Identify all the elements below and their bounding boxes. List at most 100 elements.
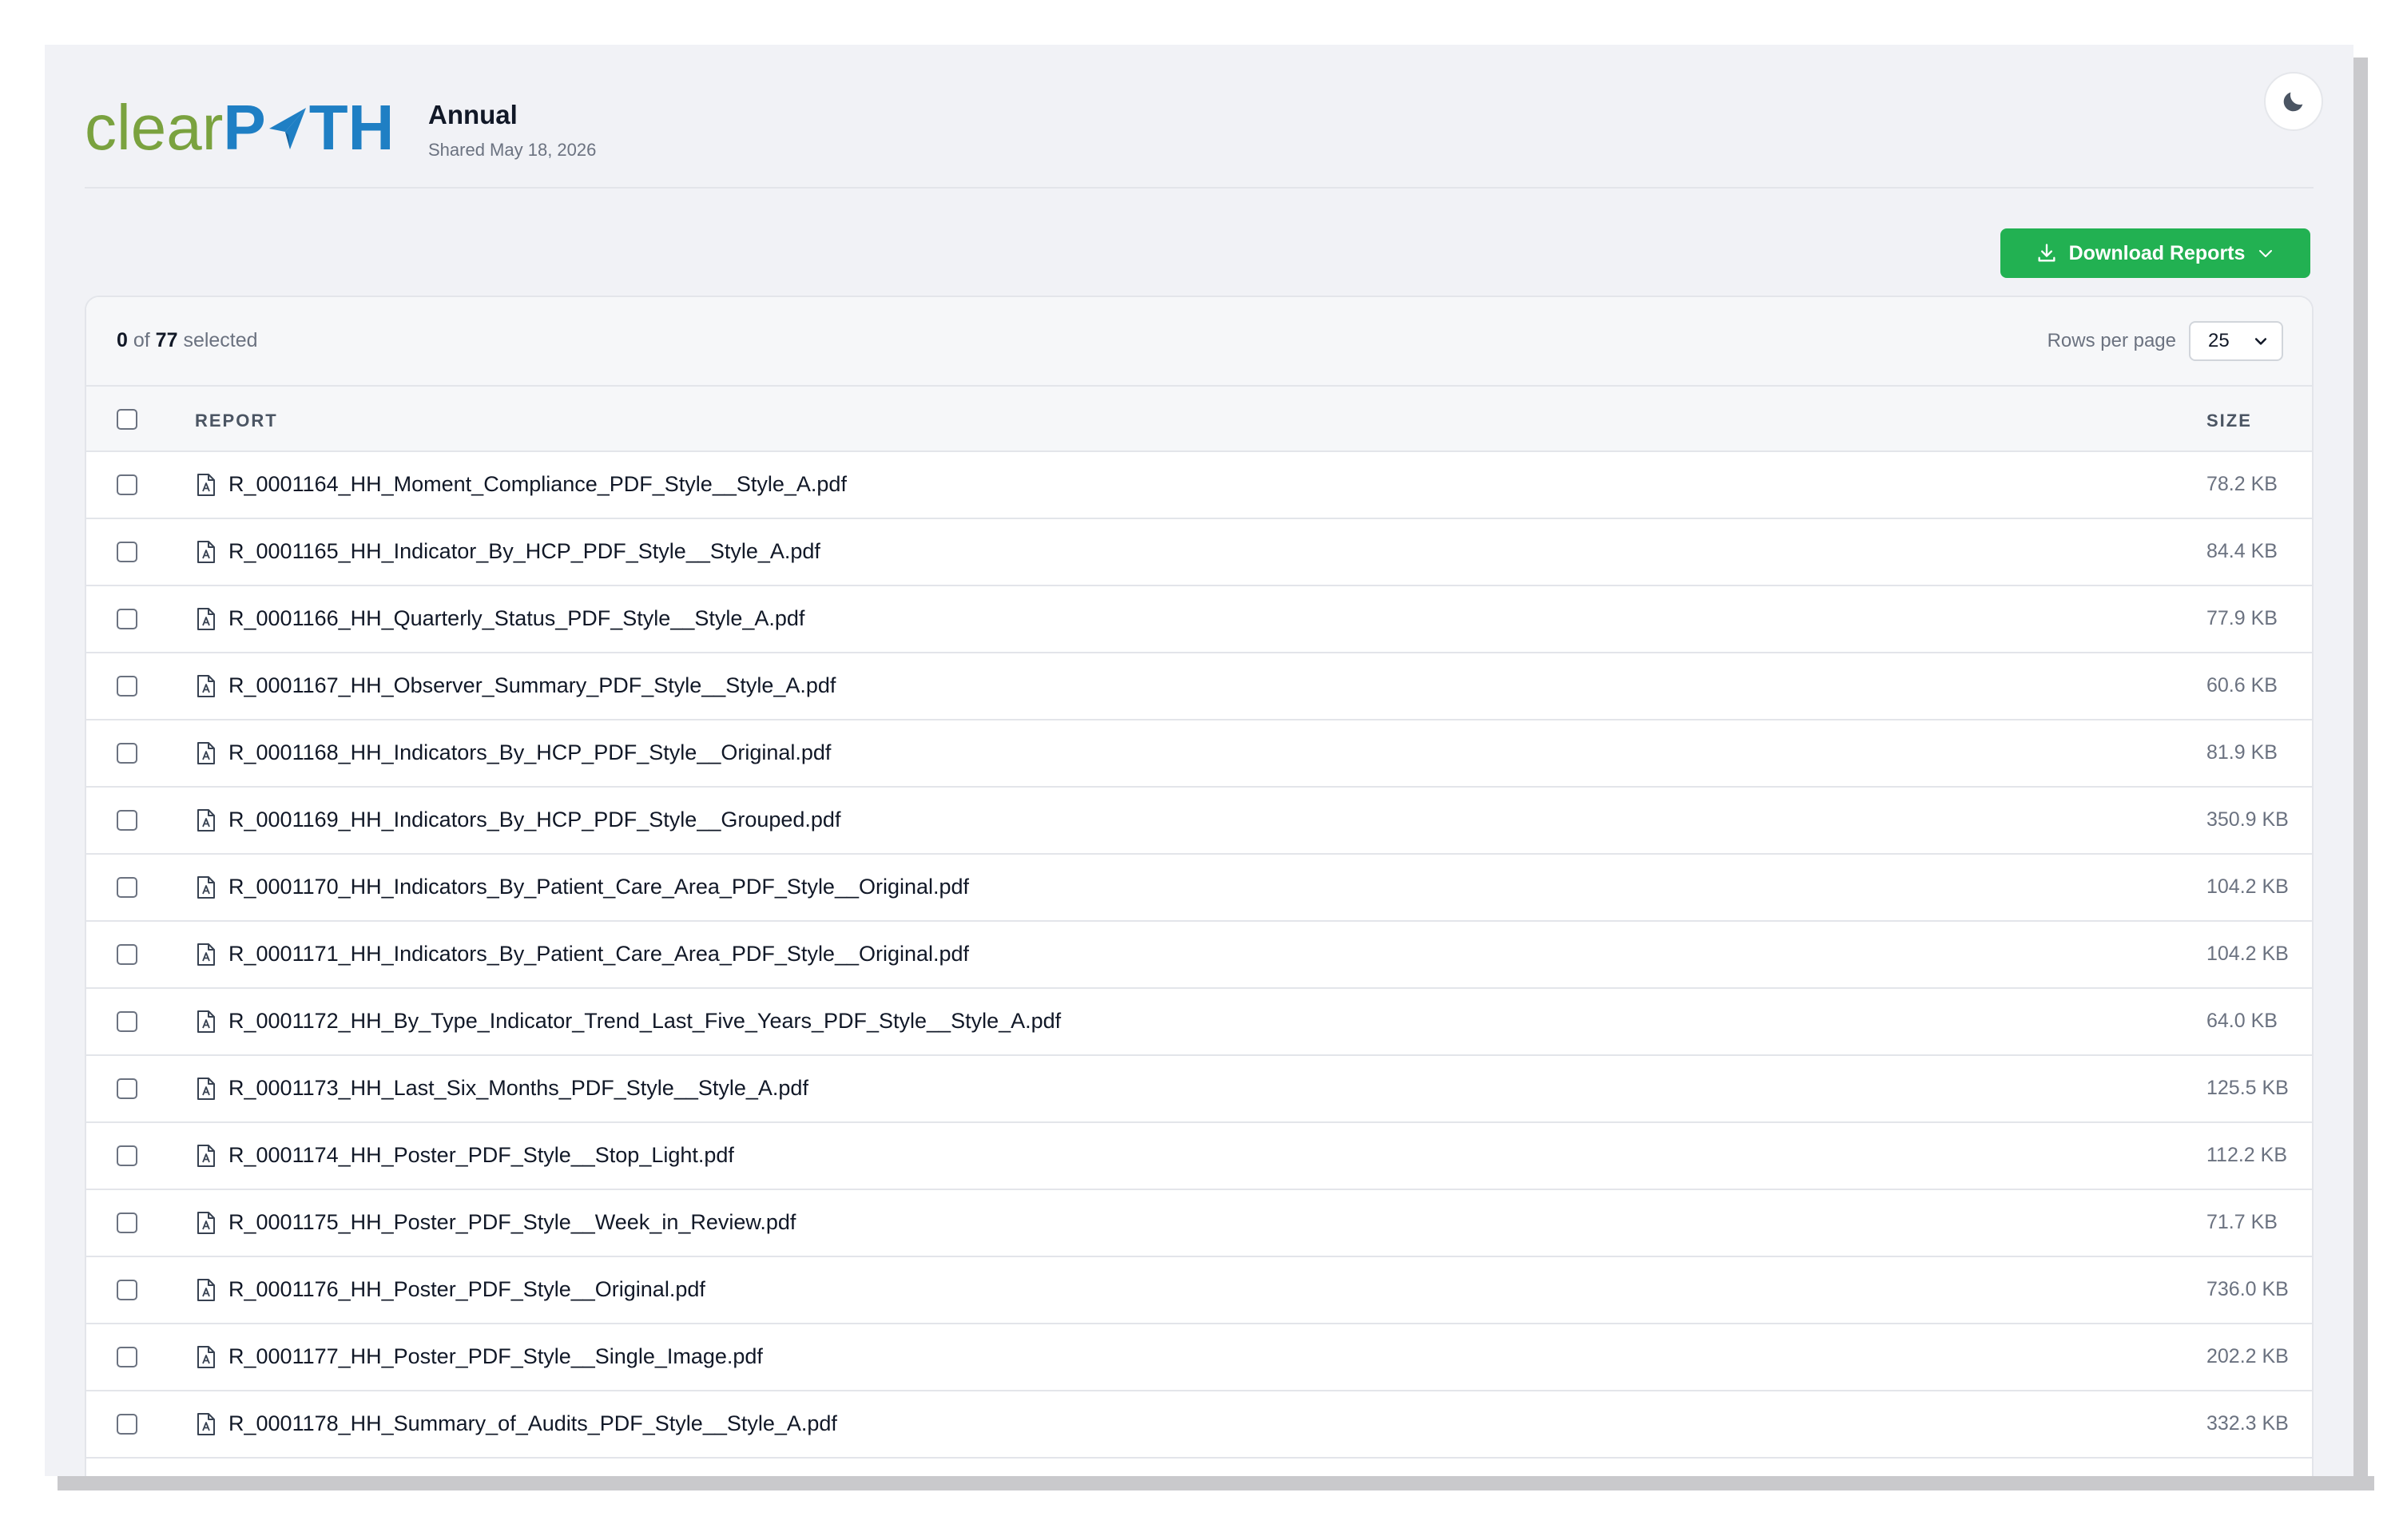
report-file-size: 202.2 KB [2206,1345,2289,1367]
pdf-file-icon [197,1346,215,1368]
row-checkbox[interactable] [117,1213,137,1233]
download-reports-button[interactable]: Download Reports [2000,228,2310,278]
report-file-name[interactable]: R_0001173_HH_Last_Six_Months_PDF_Style__… [228,1076,808,1101]
column-header-report[interactable]: REPORT [195,411,278,431]
table-row[interactable]: R_0001170_HH_Indicators_By_Patient_Care_… [86,855,2312,922]
report-file-size: 332.3 KB [2206,1412,2289,1435]
theme-toggle-button[interactable] [2264,72,2323,131]
table-toolbar: 0 of 77 selected Rows per page 25 [86,297,2312,387]
share-title-block: Annual Shared May 18, 2026 [428,99,596,161]
table-row[interactable]: R_0001168_HH_Indicators_By_HCP_PDF_Style… [86,720,2312,788]
report-file-size: 78.2 KB [2206,473,2278,495]
pdf-file-icon [197,1078,215,1100]
shared-date: Shared May 18, 2026 [428,140,597,160]
pdf-file-icon [197,1413,215,1435]
selected-word: selected [183,329,258,351]
report-file-size: 350.9 KB [2206,808,2289,831]
row-checkbox[interactable] [117,743,137,764]
pdf-file-icon [197,675,215,697]
report-file-name[interactable]: R_0001164_HH_Moment_Compliance_PDF_Style… [228,472,847,497]
row-checkbox[interactable] [117,810,137,831]
pdf-file-icon [197,742,215,764]
row-checkbox[interactable] [117,944,137,965]
table-row[interactable]: R_0001171_HH_Indicators_By_Patient_Care_… [86,922,2312,989]
selected-count: 0 [117,329,128,351]
select-all-checkbox[interactable] [117,409,137,430]
download-reports-label: Download Reports [2068,241,2246,264]
row-checkbox[interactable] [117,1347,137,1367]
row-checkbox[interactable] [117,676,137,697]
pdf-file-icon [197,474,215,496]
download-icon [2038,244,2055,262]
pdf-file-icon [197,1010,215,1033]
table-row[interactable]: R_0001176_HH_Poster_PDF_Style__Original.… [86,1257,2312,1324]
rows-per-page-value: 25 [2208,330,2230,351]
row-checkbox[interactable] [117,1011,137,1032]
report-file-name[interactable]: R_0001172_HH_By_Type_Indicator_Trend_Las… [228,1009,1061,1034]
table-row[interactable]: R_0001177_HH_Poster_PDF_Style__Single_Im… [86,1324,2312,1391]
row-checkbox[interactable] [117,542,137,562]
row-checkbox[interactable] [117,1280,137,1300]
report-file-size: 112.2 KB [2206,1144,2288,1166]
pdf-file-icon [197,608,215,630]
report-file-size: 104.2 KB [2206,875,2289,898]
report-file-size: 60.6 KB [2206,674,2278,697]
report-file-name[interactable]: R_0001169_HH_Indicators_By_HCP_PDF_Style… [228,808,840,832]
table-row[interactable]: R_0001165_HH_Indicator_By_HCP_PDF_Style_… [86,519,2312,586]
report-file-size: 77.9 KB [2206,607,2278,629]
table-row[interactable]: R_0001178_HH_Summary_of_Audits_PDF_Style… [86,1391,2312,1459]
logo-text-p: P [223,92,266,163]
table-row[interactable]: R_0001174_HH_Poster_PDF_Style__Stop_Ligh… [86,1123,2312,1190]
app-window: clear P TH Annual Shared May 18, 2026 Do… [45,45,2353,1476]
pdf-file-icon [197,876,215,899]
row-checkbox[interactable] [117,1145,137,1166]
pdf-file-icon [197,1145,215,1167]
row-checkbox[interactable] [117,474,137,495]
report-file-name[interactable]: R_0001170_HH_Indicators_By_Patient_Care_… [228,875,969,899]
column-header-size[interactable]: SIZE [2206,411,2252,431]
row-checkbox[interactable] [117,1414,137,1435]
report-file-size: 736.0 KB [2206,1278,2289,1300]
window-shadow-right [2353,58,2368,1490]
chevron-down-icon [2254,338,2267,345]
report-file-size: 125.5 KB [2206,1077,2289,1099]
chevron-down-icon [2259,250,2273,257]
pdf-file-icon [197,1279,215,1301]
report-file-name[interactable]: R_0001168_HH_Indicators_By_HCP_PDF_Style… [228,740,831,765]
report-file-name[interactable]: R_0001175_HH_Poster_PDF_Style__Week_in_R… [228,1210,796,1235]
pdf-file-icon [197,809,215,832]
table-row[interactable]: R_0001167_HH_Observer_Summary_PDF_Style_… [86,653,2312,720]
report-file-name[interactable]: R_0001176_HH_Poster_PDF_Style__Original.… [228,1277,705,1302]
paper-plane-icon [268,108,306,149]
logo-text-path: P TH [223,96,394,160]
moon-icon [2283,92,2303,112]
table-row[interactable]: R_0001173_HH_Last_Six_Months_PDF_Style__… [86,1056,2312,1123]
report-file-name[interactable]: R_0001171_HH_Indicators_By_Patient_Care_… [228,942,969,966]
table-row[interactable]: R_0001172_HH_By_Type_Indicator_Trend_Las… [86,989,2312,1056]
table-row[interactable]: R_0001164_HH_Moment_Compliance_PDF_Style… [86,452,2312,519]
report-file-size: 64.0 KB [2206,1010,2278,1032]
selected-of: of [133,329,150,351]
report-file-name[interactable]: R_0001178_HH_Summary_of_Audits_PDF_Style… [228,1411,837,1436]
report-file-size: 84.4 KB [2206,540,2278,562]
report-file-size: 71.7 KB [2206,1211,2278,1233]
header-divider [85,187,2314,189]
logo-text-clear: clear [85,92,224,163]
reports-table: 0 of 77 selected Rows per page 25 REPORT… [85,296,2314,1476]
report-file-name[interactable]: R_0001166_HH_Quarterly_Status_PDF_Style_… [228,606,804,631]
report-file-name[interactable]: R_0001174_HH_Poster_PDF_Style__Stop_Ligh… [228,1143,734,1168]
report-file-name[interactable]: R_0001165_HH_Indicator_By_HCP_PDF_Style_… [228,539,820,564]
clearpath-logo: clear P TH [85,96,394,160]
report-file-name[interactable]: R_0001177_HH_Poster_PDF_Style__Single_Im… [228,1344,763,1369]
row-checkbox[interactable] [117,1078,137,1099]
row-checkbox[interactable] [117,877,137,898]
row-checkbox[interactable] [117,609,137,629]
pdf-file-icon [197,1212,215,1234]
logo-text-th: TH [308,92,395,163]
table-body: R_0001164_HH_Moment_Compliance_PDF_Style… [86,452,2312,1459]
table-row[interactable]: R_0001166_HH_Quarterly_Status_PDF_Style_… [86,586,2312,653]
table-row[interactable]: R_0001169_HH_Indicators_By_HCP_PDF_Style… [86,788,2312,855]
rows-per-page-select[interactable]: 25 [2189,321,2283,361]
table-row[interactable]: R_0001175_HH_Poster_PDF_Style__Week_in_R… [86,1190,2312,1257]
report-file-name[interactable]: R_0001167_HH_Observer_Summary_PDF_Style_… [228,673,836,698]
